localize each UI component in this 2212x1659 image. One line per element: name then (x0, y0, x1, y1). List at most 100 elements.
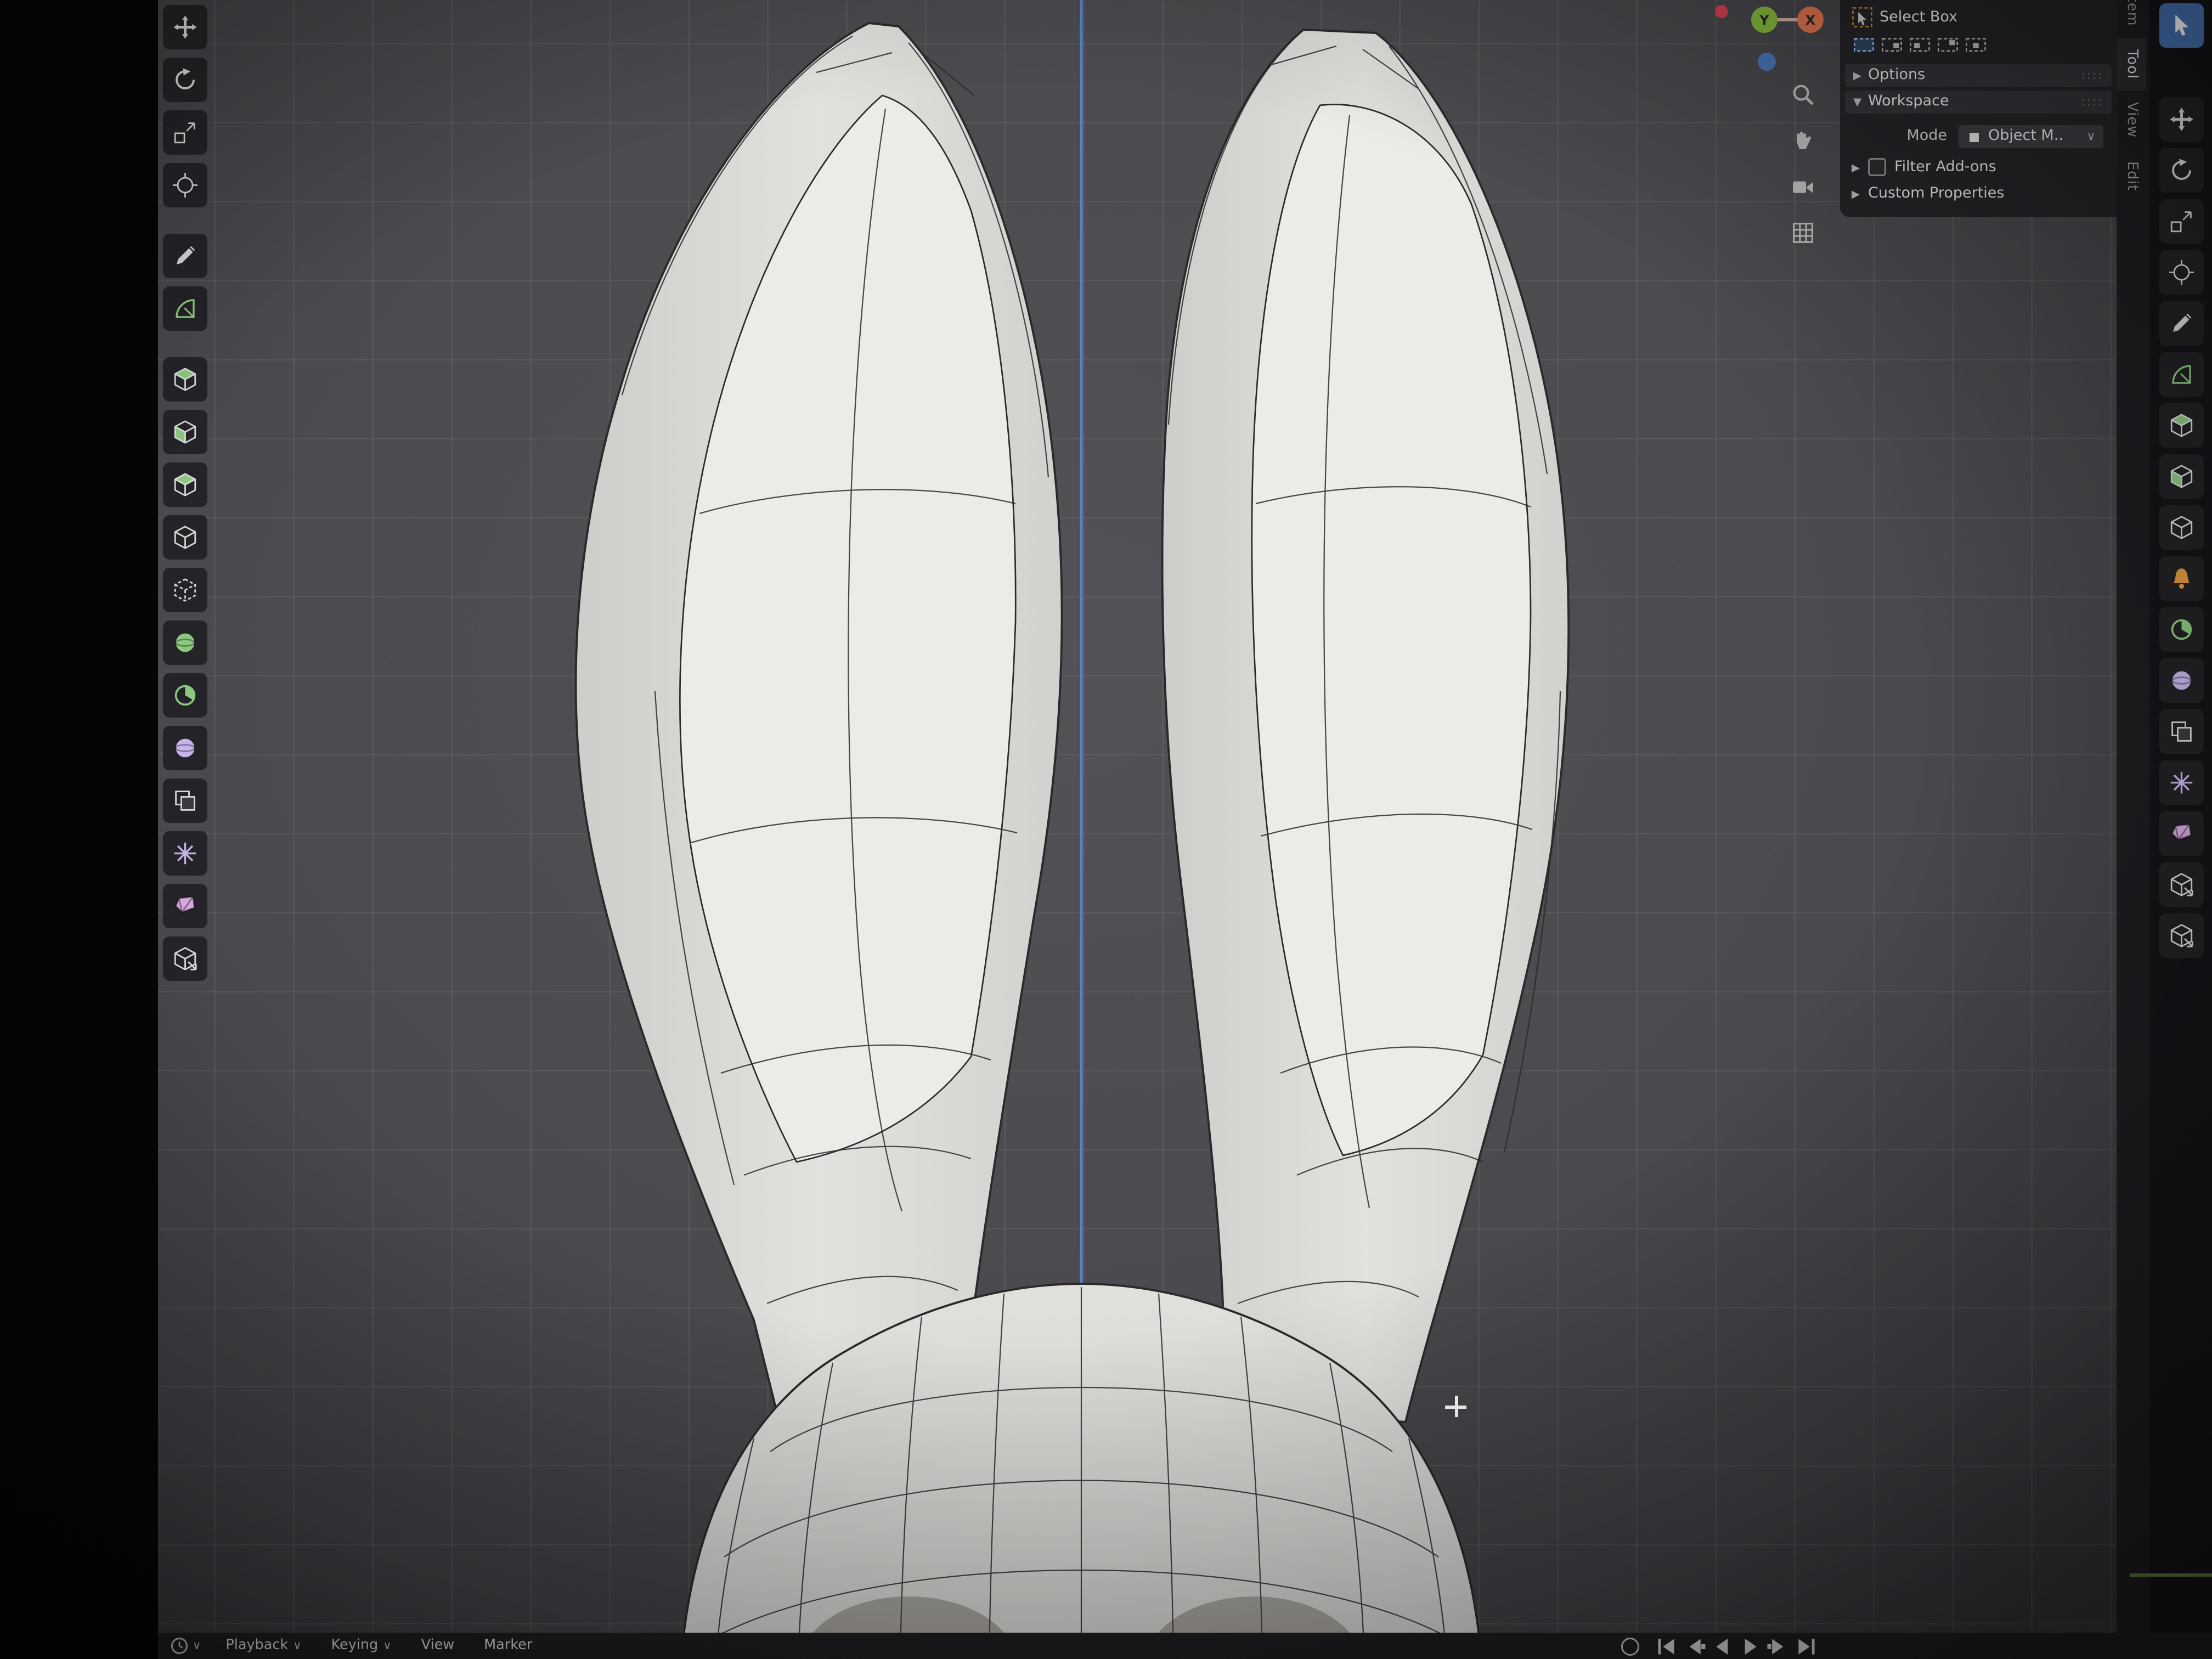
pan-button[interactable] (1787, 125, 1817, 155)
nav-gizmo[interactable]: Y X (1712, 0, 1843, 76)
gizmo-axis-line (1778, 18, 1799, 21)
drag-handle-icon[interactable]: :::: (2081, 95, 2103, 109)
bell-tool[interactable] (2159, 556, 2203, 601)
editor-type-button[interactable]: ∨ (165, 1635, 211, 1657)
pie-tool[interactable] (163, 673, 207, 718)
mode-dropdown[interactable]: Object M.. ∨ (1957, 123, 2105, 150)
play-button[interactable] (1740, 1635, 1761, 1657)
sphere-tool-2[interactable] (2159, 658, 2203, 703)
auto-keying-button[interactable] (1621, 1637, 1639, 1655)
workspace-section-header[interactable]: ▼ Workspace :::: (1845, 91, 2112, 114)
nextKey-icon (1766, 1634, 1791, 1658)
snowflake-tool[interactable] (163, 831, 207, 876)
rotate-icon (2169, 158, 2193, 183)
scale-tool-2[interactable] (2159, 199, 2203, 244)
cube-tool-3[interactable] (163, 462, 207, 507)
annotate-tool[interactable] (163, 234, 207, 278)
cube-icon (173, 525, 198, 550)
sidebar-tab-edit[interactable]: Edit (2117, 150, 2146, 202)
viewport-3d[interactable] (158, 0, 2117, 1633)
sphere-icon (2169, 668, 2193, 693)
transform-tool-2[interactable] (2159, 250, 2203, 295)
move-tool-2[interactable] (2159, 97, 2203, 142)
playRev-icon (1710, 1634, 1735, 1658)
rotate-tool-2[interactable] (2159, 148, 2203, 193)
screenshot-root: Y X Select Box ▶ Options :::: ▼ Workspa (0, 0, 2212, 1659)
copy-icon (173, 788, 198, 813)
custom-properties-row[interactable]: ▶ Custom Properties (1840, 181, 2117, 207)
chevron-down-icon: ∨ (293, 1639, 301, 1652)
sidebar-tab-item[interactable]: Item (2117, 0, 2146, 38)
sidebar-tab-view[interactable]: View (2117, 91, 2146, 149)
pie-tool-2[interactable] (2159, 607, 2203, 652)
jump-start-button[interactable] (1656, 1635, 1677, 1657)
camera-button[interactable] (1787, 171, 1817, 201)
select-mode-invert[interactable] (1936, 33, 1960, 56)
jump-end-button[interactable] (1796, 1635, 1817, 1657)
select-cursor-tool[interactable] (2159, 3, 2203, 48)
axis-z-ball[interactable] (1758, 53, 1776, 71)
play-reverse-button[interactable] (1712, 1635, 1733, 1657)
cube-tool-2b[interactable] (2159, 454, 2203, 499)
grid-button[interactable] (1787, 217, 1817, 247)
snowflake-tool-2[interactable] (2159, 760, 2203, 805)
annotate-tool-2[interactable] (2159, 301, 2203, 346)
cubeDash-icon (173, 578, 198, 602)
rotate-tool[interactable] (163, 58, 207, 102)
jumpStart-icon (1654, 1634, 1679, 1658)
cube-arrow-tool-2[interactable] (2159, 862, 2203, 907)
add-cube-tool-2[interactable] (2159, 403, 2203, 448)
menu-label: Playback (225, 1638, 288, 1654)
sphere-tool[interactable] (163, 726, 207, 770)
select-mode-intersect[interactable] (1963, 33, 1988, 56)
select-mode-set[interactable] (1852, 33, 1876, 56)
zoom-button[interactable] (1787, 79, 1817, 109)
purple-cube-tool-2[interactable] (2159, 811, 2203, 856)
options-section-header[interactable]: ▶ Options :::: (1845, 64, 2112, 87)
sphere-icon (173, 736, 198, 760)
measure-tool-2[interactable] (2159, 352, 2203, 397)
viewport-grid (158, 0, 2117, 1633)
pencil-icon (173, 244, 198, 268)
menu-playback[interactable]: Playback ∨ (211, 1638, 316, 1654)
filter-addons-row[interactable]: ▶ Filter Add-ons (1840, 153, 2117, 181)
measure-tool[interactable] (163, 286, 207, 331)
prev-keyframe-button[interactable] (1684, 1635, 1705, 1657)
protractor-icon (2169, 362, 2193, 387)
cube-arrow-tool[interactable] (163, 936, 207, 981)
menu-marker[interactable]: Marker (469, 1638, 547, 1654)
menu-keying[interactable]: Keying∨ (317, 1638, 407, 1654)
y-axis-floor-line (2130, 1573, 2212, 1577)
grid-icon (1790, 220, 1815, 245)
view-controls (1787, 79, 1817, 247)
duplicate-tool-2[interactable] (2159, 709, 2203, 754)
axis-y-ball[interactable]: Y (1751, 7, 1778, 33)
drag-handle-icon[interactable]: :::: (2081, 69, 2103, 82)
cube-arrow-tool-3[interactable] (2159, 913, 2203, 958)
purple-cube-tool[interactable] (163, 884, 207, 928)
select-box-tool-icon (1852, 7, 1873, 28)
move-tool[interactable] (163, 5, 207, 49)
select-mode-extend[interactable] (1880, 33, 1904, 56)
collapse-arrow-icon: ▶ (1852, 161, 1860, 174)
sidebar-tab-tool[interactable]: Tool (2117, 38, 2146, 91)
scale-tool[interactable] (163, 110, 207, 155)
duplicate-tool[interactable] (163, 778, 207, 823)
filter-addons-checkbox[interactable] (1868, 158, 1886, 176)
axis-x-neg-ball[interactable] (1715, 5, 1728, 18)
cube-tool-5[interactable] (163, 568, 207, 612)
toolbar-left (163, 5, 207, 981)
mode-dropdown-value: Object M.. (1988, 128, 2080, 145)
cube-tool-4[interactable] (163, 515, 207, 560)
select-mode-subtract[interactable] (1908, 33, 1932, 56)
cube-tool-2[interactable] (163, 410, 207, 454)
cube-tool-3b[interactable] (2159, 505, 2203, 550)
tool-settings-panel: Select Box ▶ Options :::: ▼ Workspace ::… (1840, 0, 2117, 217)
next-keyframe-button[interactable] (1768, 1635, 1789, 1657)
metaball-tool[interactable] (163, 620, 207, 665)
add-cube-tool[interactable] (163, 357, 207, 402)
axis-x-ball[interactable]: X (1797, 7, 1824, 33)
transform-tool[interactable] (163, 163, 207, 207)
blender-window: Y X Select Box ▶ Options :::: ▼ Workspa (0, 0, 2212, 1659)
menu-view[interactable]: View (407, 1638, 470, 1654)
